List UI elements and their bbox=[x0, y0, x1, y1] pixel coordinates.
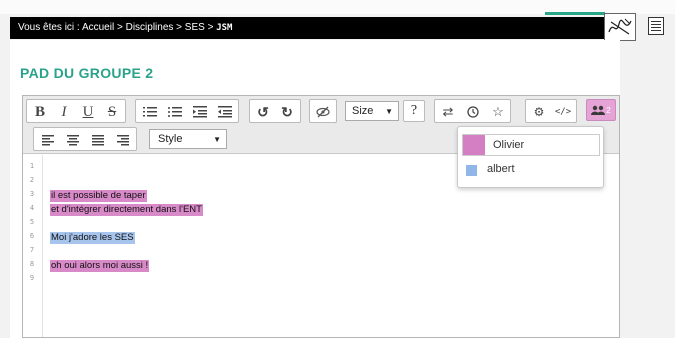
help-button[interactable]: ? bbox=[403, 100, 425, 122]
user-color-swatch[interactable] bbox=[463, 135, 485, 155]
align-group bbox=[33, 127, 137, 151]
signature-icon[interactable] bbox=[604, 13, 636, 41]
ordered-list-icon[interactable] bbox=[139, 103, 161, 121]
align-justify-icon[interactable] bbox=[87, 131, 109, 149]
breadcrumb-current: JSM bbox=[216, 23, 233, 33]
line-number-gutter: 1 2 3 4 5 6 7 8 9 bbox=[23, 155, 43, 337]
settings-group: ⚙ </> bbox=[525, 99, 577, 123]
redo-icon[interactable]: ↻ bbox=[276, 103, 298, 121]
embed-icon[interactable]: </> bbox=[552, 103, 574, 121]
star-icon[interactable]: ☆ bbox=[487, 103, 509, 121]
import-export-icon[interactable]: ⇄ bbox=[437, 103, 459, 121]
line-number: 5 bbox=[29, 218, 35, 226]
page-title: PAD DU GROUPE 2 bbox=[20, 65, 154, 81]
timeslider-icon[interactable] bbox=[462, 103, 484, 121]
breadcrumb-separator: > bbox=[173, 22, 185, 33]
history-group: ↺ ↻ bbox=[249, 99, 301, 123]
line-number: 1 bbox=[29, 162, 35, 170]
breadcrumb: Vous êtes ici : Accueil > Disciplines > … bbox=[10, 17, 606, 39]
format-group: B I U S bbox=[26, 99, 126, 123]
breadcrumb-separator: > bbox=[204, 22, 217, 33]
size-select[interactable]: Size ▼ bbox=[345, 101, 399, 121]
other-user-name: albert bbox=[487, 163, 515, 175]
current-user-name-field[interactable]: Olivier bbox=[493, 139, 524, 151]
align-left-icon[interactable] bbox=[37, 131, 59, 149]
view-group: ⇄ ☆ bbox=[434, 99, 511, 123]
line-number: 7 bbox=[29, 246, 35, 254]
unordered-list-icon[interactable] bbox=[164, 103, 186, 121]
line-number: 6 bbox=[29, 232, 35, 240]
chevron-down-icon: ▼ bbox=[213, 135, 221, 144]
line-number: 9 bbox=[29, 274, 35, 282]
text-line-olivier[interactable]: et d'intégrer directement dans l'ENT bbox=[50, 204, 203, 216]
text-line-olivier[interactable]: il est possible de taper bbox=[50, 190, 147, 202]
align-right-icon[interactable] bbox=[112, 131, 134, 149]
bold-button[interactable]: B bbox=[29, 103, 51, 121]
accent-bar bbox=[545, 12, 605, 15]
strikethrough-button[interactable]: S bbox=[101, 103, 123, 121]
breadcrumb-prefix: Vous êtes ici : bbox=[18, 22, 82, 33]
current-user-row: Olivier bbox=[462, 134, 600, 156]
text-line-olivier[interactable]: oh oui alors moi aussi ! bbox=[50, 260, 150, 272]
undo-icon[interactable]: ↺ bbox=[252, 103, 274, 121]
style-select-label: Style bbox=[158, 133, 183, 145]
menu-icon[interactable] bbox=[648, 17, 664, 35]
users-count: 2 bbox=[606, 105, 611, 115]
chevron-down-icon: ▼ bbox=[385, 107, 393, 116]
italic-button[interactable]: I bbox=[53, 103, 75, 121]
users-popup: Olivier albert bbox=[457, 126, 604, 188]
breadcrumb-separator: > bbox=[114, 22, 126, 33]
breadcrumb-link-accueil[interactable]: Accueil bbox=[82, 22, 114, 33]
size-select-label: Size bbox=[352, 105, 374, 117]
clear-authorship-icon[interactable] bbox=[312, 103, 334, 121]
line-number: 2 bbox=[29, 176, 35, 184]
indent-icon[interactable] bbox=[189, 103, 211, 121]
text-line-albert[interactable]: Moi j'adore les SES bbox=[50, 232, 135, 244]
user-color-swatch bbox=[466, 165, 477, 176]
line-number: 4 bbox=[29, 204, 35, 212]
users-icon bbox=[591, 105, 606, 115]
line-number: 8 bbox=[29, 260, 35, 268]
breadcrumb-link-disciplines[interactable]: Disciplines bbox=[126, 22, 174, 33]
line-number: 3 bbox=[29, 190, 35, 198]
clear-authorship-group bbox=[309, 99, 337, 123]
settings-icon[interactable]: ⚙ bbox=[528, 103, 550, 121]
style-select[interactable]: Style ▼ bbox=[149, 129, 227, 149]
align-center-icon[interactable] bbox=[62, 131, 84, 149]
underline-button[interactable]: U bbox=[77, 103, 99, 121]
list-group bbox=[135, 99, 239, 123]
users-button[interactable]: 2 bbox=[586, 99, 616, 121]
outdent-icon[interactable] bbox=[214, 103, 236, 121]
breadcrumb-link-ses[interactable]: SES bbox=[185, 22, 205, 33]
